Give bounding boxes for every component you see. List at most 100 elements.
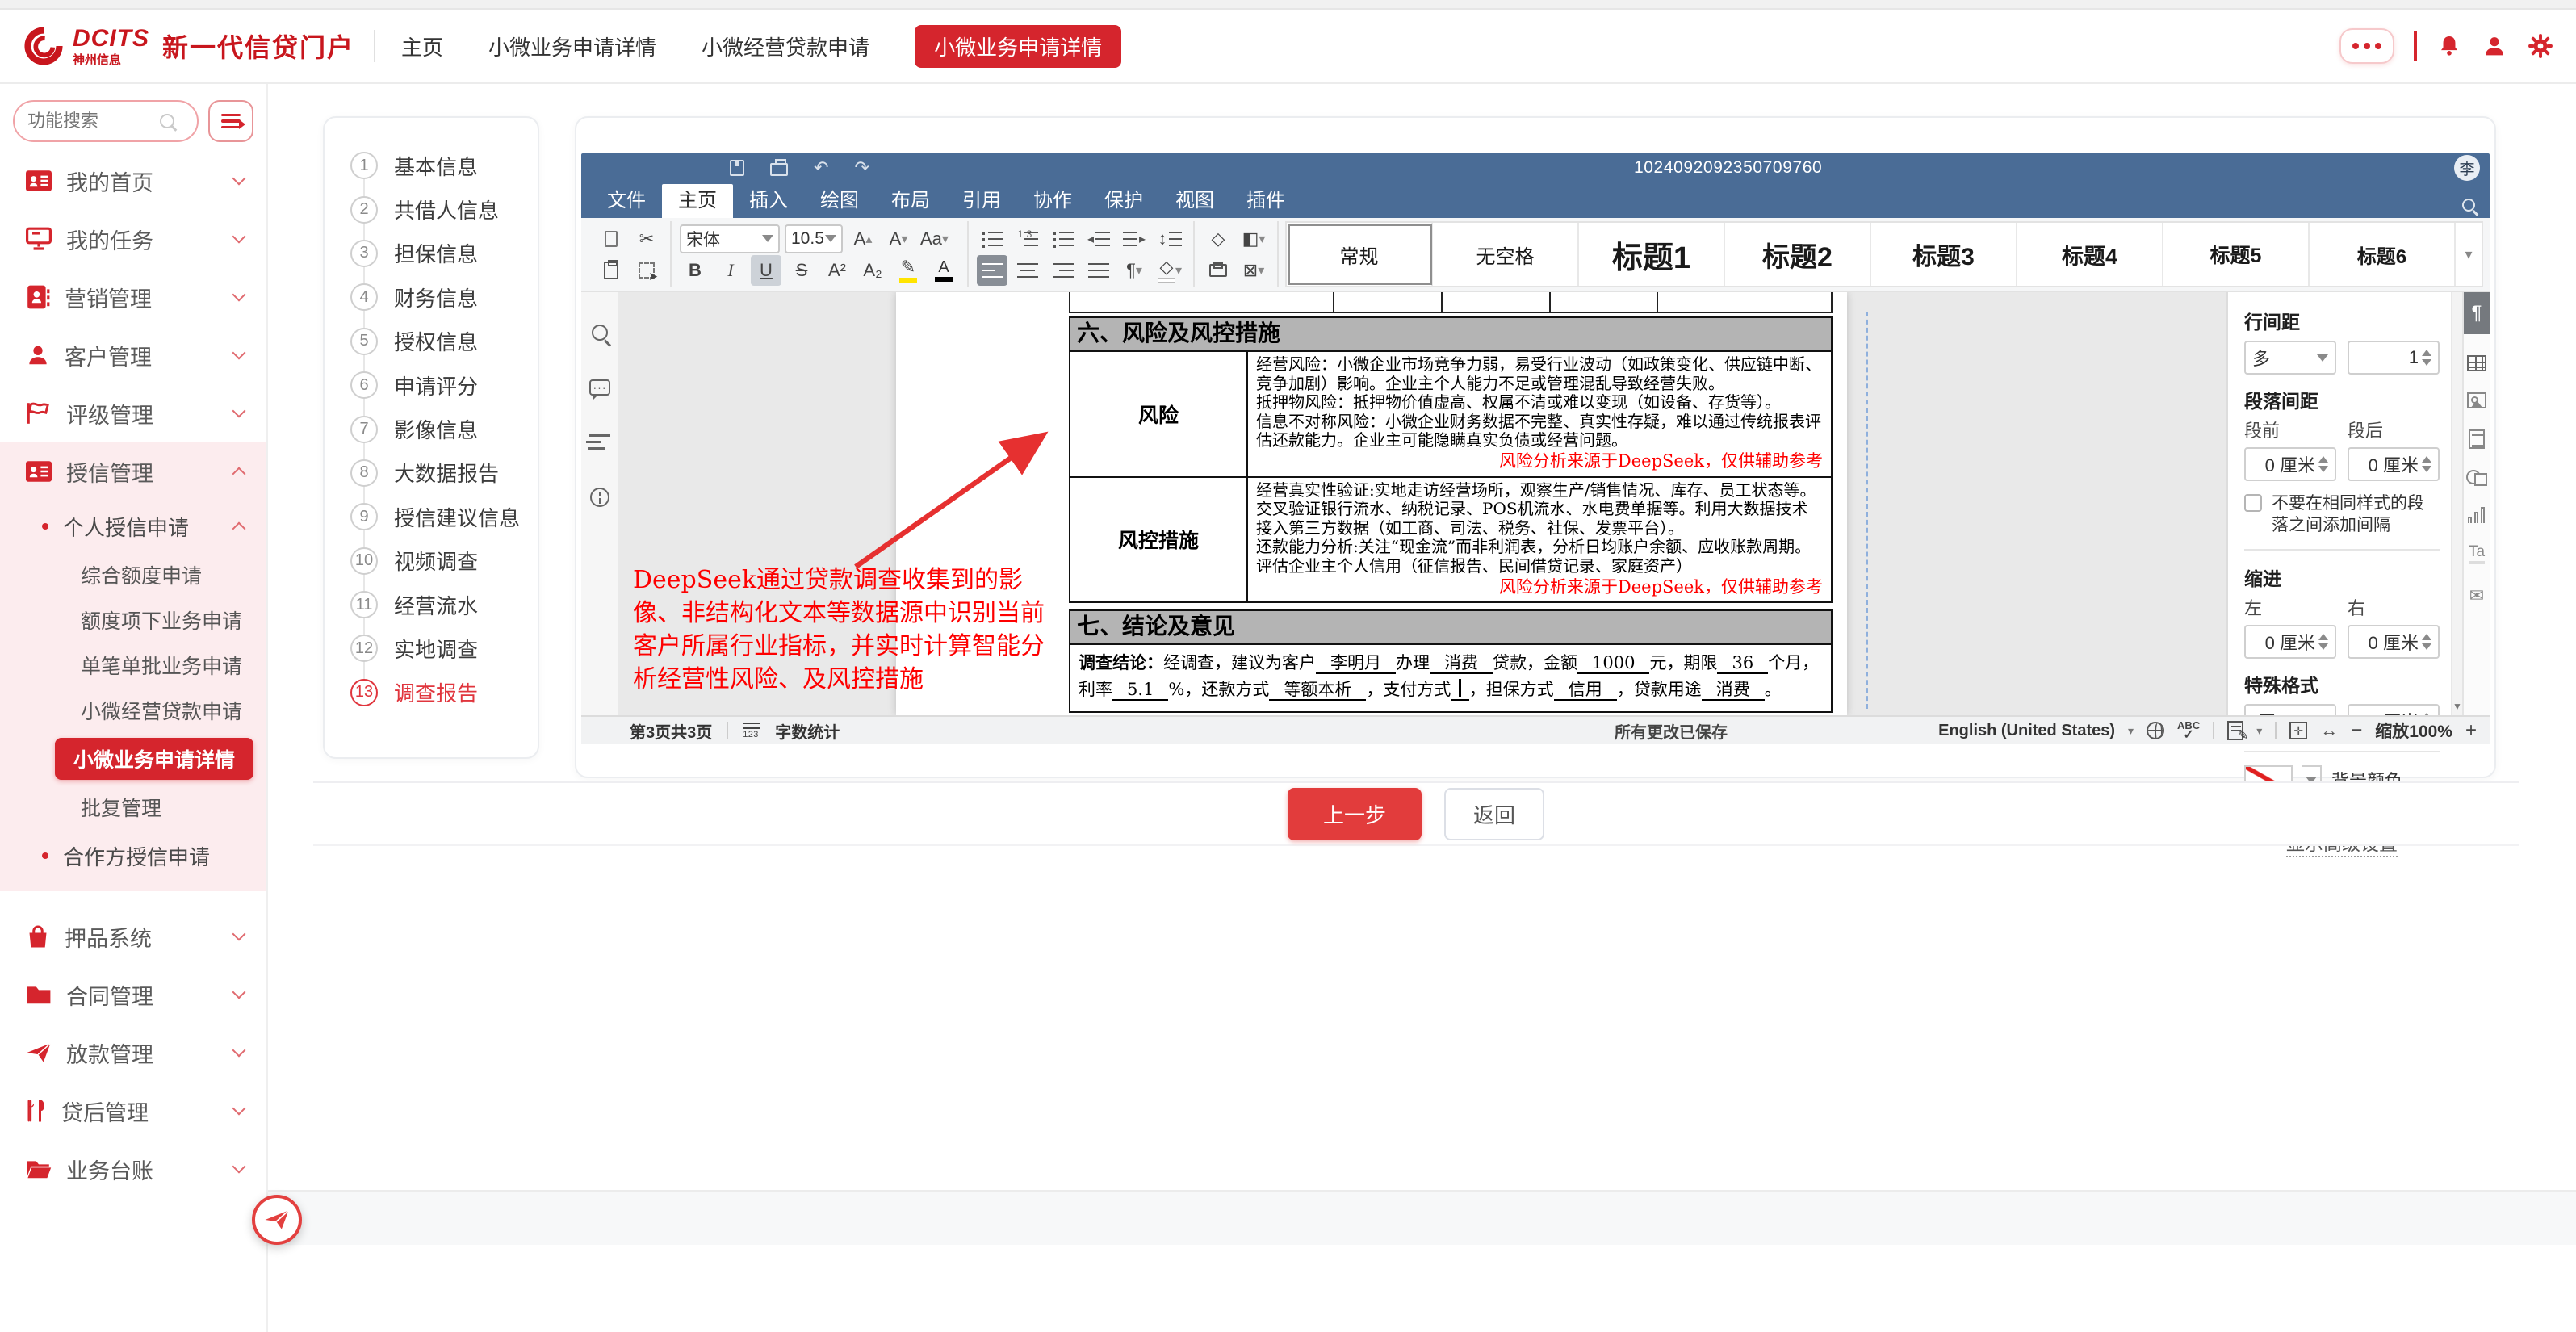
increase-indent-button[interactable]: ▸	[1119, 224, 1150, 254]
zoom-out-button[interactable]: −	[2351, 719, 2362, 742]
step-basic-info[interactable]: 1基本信息	[350, 144, 538, 187]
more-button[interactable]	[2339, 28, 2394, 64]
fill-color-button[interactable]: ◇▾	[1154, 255, 1185, 286]
sidebar-item-credit-mgmt[interactable]: 授信管理	[0, 442, 266, 501]
zoom-in-button[interactable]: +	[2465, 719, 2477, 742]
sidebar-item-customers[interactable]: 客户管理	[0, 326, 266, 384]
back-button[interactable]: 返回	[1444, 788, 1544, 840]
format-painter-button[interactable]	[1203, 255, 1234, 286]
stepper-arrows-icon[interactable]	[2318, 634, 2328, 650]
step-guarantee[interactable]: 3担保信息	[350, 232, 538, 275]
menu-layout[interactable]: 布局	[875, 184, 946, 218]
avatar[interactable]: 李	[2454, 155, 2480, 181]
step-scoring[interactable]: 6申请评分	[350, 363, 538, 407]
field-amount[interactable]: 1000	[1577, 653, 1649, 674]
language-selector[interactable]: English (United States)	[1938, 722, 2115, 740]
strikethrough-button[interactable]: S	[786, 255, 817, 286]
menu-protect[interactable]: 保护	[1088, 184, 1159, 218]
spacing-before-stepper[interactable]: 0 厘米	[2244, 447, 2336, 481]
style-no-spacing[interactable]: 无空格	[1433, 223, 1579, 286]
field-loan-type[interactable]: 消费	[1430, 653, 1493, 674]
indent-left-stepper[interactable]: 0 厘米	[2244, 625, 2336, 659]
field-loan-purpose[interactable]: 消费	[1702, 680, 1765, 701]
sidebar-item-micro-loan-apply[interactable]: 小微经营贷款申请	[0, 688, 266, 733]
function-search-input[interactable]	[13, 100, 199, 142]
outline-icon[interactable]	[589, 434, 610, 449]
spacing-after-stepper[interactable]: 0 厘米	[2348, 447, 2440, 481]
menu-plugins[interactable]: 插件	[1230, 184, 1301, 218]
mail-panel-tab[interactable]: ✉	[2469, 585, 2484, 606]
stepper-arrows-icon[interactable]	[2422, 634, 2431, 650]
align-center-button[interactable]	[1012, 255, 1043, 286]
clear-format-button[interactable]: ◇	[1203, 224, 1234, 254]
sidebar-item-partner-credit[interactable]: 合作方授信申请	[0, 830, 266, 882]
style-heading4[interactable]: 标题4	[2017, 223, 2163, 286]
multilevel-list-button[interactable]	[1048, 224, 1079, 254]
decrease-indent-button[interactable]: ◂	[1083, 224, 1114, 254]
numbered-list-button[interactable]	[1012, 224, 1043, 254]
style-gallery-more-button[interactable]: ▾	[2456, 223, 2482, 286]
menu-collaborate[interactable]: 协作	[1017, 184, 1088, 218]
globe-icon[interactable]	[2147, 722, 2164, 739]
underline-button[interactable]: U	[751, 255, 781, 286]
previous-step-button[interactable]: 上一步	[1288, 788, 1422, 840]
decrease-font-button[interactable]: A▾	[883, 224, 914, 254]
sidebar-item-under-limit-business[interactable]: 额度项下业务申请	[0, 597, 266, 643]
floating-assistant-button[interactable]	[252, 1195, 302, 1245]
field-term[interactable]: 36	[1717, 653, 1768, 674]
field-guarantee-method[interactable]: 信用	[1554, 680, 1617, 701]
step-coborrower[interactable]: 2共借人信息	[350, 187, 538, 231]
select-button[interactable]	[631, 255, 662, 286]
info-icon[interactable]	[590, 488, 609, 507]
nav-tab-micro-detail-active[interactable]: 小微业务申请详情	[915, 25, 1121, 68]
document-canvas[interactable]: 六、风险及风控措施 风险 经营风险：小微企业市场竞争力弱，易受行业波动（如政策变…	[620, 292, 2226, 715]
print-icon[interactable]	[770, 163, 788, 176]
comments-icon[interactable]: ···	[589, 379, 610, 396]
sidebar-item-disbursement[interactable]: 放款管理	[0, 1024, 266, 1082]
sidebar-item-single-batch[interactable]: 单笔单批业务申请	[0, 643, 266, 688]
field-payment-method[interactable]	[1451, 680, 1468, 701]
nav-tab-home[interactable]: 主页	[401, 31, 443, 61]
bullet-list-button[interactable]	[977, 224, 1007, 254]
fit-width-button[interactable]: ↔	[2320, 720, 2338, 741]
align-right-button[interactable]	[1048, 255, 1079, 286]
style-heading1[interactable]: 标题1	[1579, 223, 1725, 286]
shading-button[interactable]: ◧▾	[1238, 224, 1269, 254]
step-field-survey[interactable]: 12实地调查	[350, 626, 538, 670]
zoom-level[interactable]: 缩放100%	[2375, 718, 2452, 743]
superscript-button[interactable]: A²	[822, 255, 852, 286]
paragraph-mark-button[interactable]: ¶▾	[1119, 255, 1150, 286]
stepper-arrows-icon[interactable]	[2318, 456, 2328, 472]
bold-button[interactable]: B	[680, 255, 710, 286]
editing-mode-icon[interactable]	[2227, 721, 2243, 740]
menu-references[interactable]: 引用	[946, 184, 1017, 218]
field-rate[interactable]: 5.1	[1112, 680, 1168, 701]
spellcheck-icon[interactable]: ABC✓	[2177, 720, 2200, 742]
indent-right-stepper[interactable]: 0 厘米	[2348, 625, 2440, 659]
nav-tab-micro-loan[interactable]: 小微经营贷款申请	[702, 31, 869, 61]
subscript-button[interactable]: A₂	[857, 255, 888, 286]
sidebar-item-comprehensive-limit[interactable]: 综合额度申请	[0, 552, 266, 597]
nav-tab-micro-detail[interactable]: 小微业务申请详情	[488, 31, 656, 61]
font-name-select[interactable]: 宋体	[680, 224, 780, 253]
step-finance[interactable]: 4财务信息	[350, 275, 538, 319]
same-style-checkbox[interactable]	[2244, 494, 2262, 512]
style-heading5[interactable]: 标题5	[2163, 223, 2310, 286]
editor-search-icon[interactable]	[2462, 199, 2475, 212]
increase-font-button[interactable]: A▴	[848, 224, 878, 254]
line-spacing-button[interactable]: ↕	[1154, 224, 1185, 254]
sidebar-item-micro-detail-active[interactable]: 小微业务申请详情	[55, 738, 253, 780]
menu-home[interactable]: 主页	[662, 184, 733, 218]
sidebar-item-marketing[interactable]: 营销管理	[0, 268, 266, 326]
sidebar-item-approval-mgmt[interactable]: 批复管理	[0, 785, 266, 830]
page-panel-tab[interactable]	[2469, 429, 2485, 449]
search-field[interactable]	[27, 111, 160, 132]
fit-page-button[interactable]: ✛	[2289, 722, 2307, 739]
sidebar-item-contracts[interactable]: 合同管理	[0, 965, 266, 1024]
menu-insert[interactable]: 插入	[733, 184, 804, 218]
sidebar-item-personal-credit[interactable]: 个人授信申请	[0, 501, 266, 552]
mail-merge-button[interactable]: ⊠▾	[1238, 255, 1269, 286]
italic-button[interactable]: I	[715, 255, 746, 286]
step-authorization[interactable]: 5授权信息	[350, 320, 538, 363]
user-profile-icon[interactable]	[2482, 33, 2507, 59]
